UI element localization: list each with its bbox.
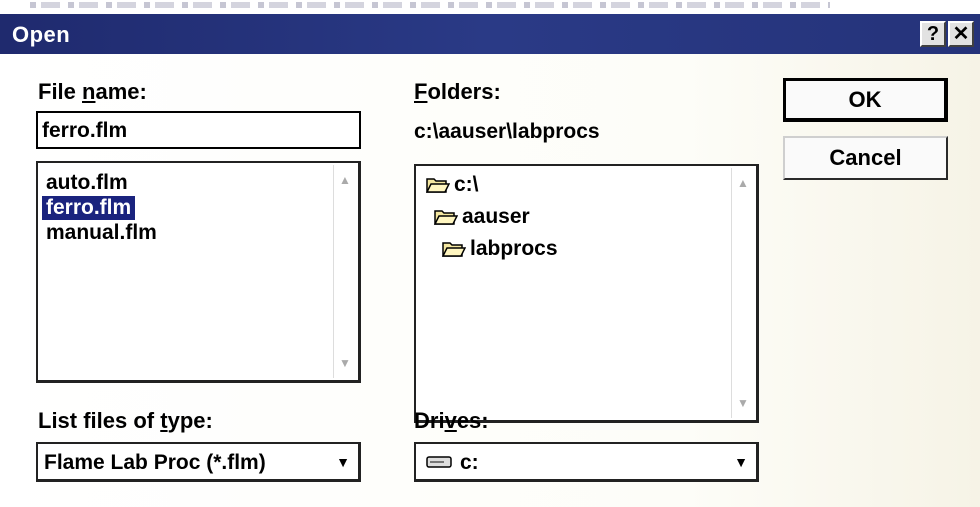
list-item[interactable]: auto.flm xyxy=(46,171,128,195)
title-bar: Open ? ✕ xyxy=(0,14,980,54)
file-name-label: File name: xyxy=(38,79,147,105)
chevron-down-icon[interactable]: ▼ xyxy=(332,448,354,476)
folders-label-accel: F xyxy=(414,79,428,104)
drives-select[interactable]: c: ▼ xyxy=(414,442,759,482)
help-button[interactable]: ? xyxy=(920,21,946,47)
ok-button[interactable]: OK xyxy=(783,78,948,122)
hard-drive-icon xyxy=(426,456,452,468)
file-type-label-post: ype: xyxy=(167,408,213,433)
folder-tree-item[interactable]: c:\ xyxy=(454,173,479,197)
window-title: Open xyxy=(12,22,71,47)
drives-label: Drives: xyxy=(414,408,489,434)
folders-label-post: olders: xyxy=(427,79,501,104)
drives-value: c: xyxy=(460,451,479,474)
scroll-down-icon[interactable]: ▼ xyxy=(336,354,354,372)
file-type-select[interactable]: Flame Lab Proc (*.flm) ▼ xyxy=(36,442,361,482)
list-item-selected[interactable]: ferro.flm xyxy=(42,196,136,220)
chevron-down-icon[interactable]: ▼ xyxy=(730,448,752,476)
file-name-label-accel: n xyxy=(82,79,96,104)
drives-label-pre: Dri xyxy=(414,408,445,433)
file-type-value: Flame Lab Proc (*.flm) xyxy=(44,451,266,474)
file-type-label-accel: t xyxy=(160,408,168,433)
drives-label-post: es: xyxy=(456,408,489,433)
folder-open-icon xyxy=(426,178,450,193)
file-name-field[interactable]: ferro.flm xyxy=(36,111,361,149)
folder-tree-scrollbar[interactable]: ▲ ▼ xyxy=(731,168,754,418)
folder-tree-item-current[interactable]: labprocs xyxy=(470,237,558,261)
file-type-label-pre: List files of xyxy=(38,408,161,433)
file-name-label-post: ame: xyxy=(95,79,147,104)
file-type-label: List files of type: xyxy=(38,408,213,434)
folder-open-icon xyxy=(442,242,466,257)
background-window-text xyxy=(30,2,830,8)
cancel-button[interactable]: Cancel xyxy=(783,136,948,180)
scroll-up-icon[interactable]: ▲ xyxy=(336,171,354,189)
folder-tree[interactable]: c:\ aauser labprocs ▲ ▼ xyxy=(414,164,759,423)
file-name-label-pre: File xyxy=(38,79,83,104)
folder-open-icon xyxy=(434,210,458,225)
file-list-scrollbar[interactable]: ▲ ▼ xyxy=(333,165,356,378)
close-button[interactable]: ✕ xyxy=(948,21,974,47)
folders-label: Folders: xyxy=(414,79,501,105)
scroll-up-icon[interactable]: ▲ xyxy=(734,174,752,192)
folder-tree-item[interactable]: aauser xyxy=(462,205,530,229)
background-window-strip xyxy=(0,0,980,14)
drives-label-accel: v xyxy=(444,408,457,433)
scroll-down-icon[interactable]: ▼ xyxy=(734,394,752,412)
file-list[interactable]: auto.flm ferro.flm manual.flm ▲ ▼ xyxy=(36,161,361,383)
list-item[interactable]: manual.flm xyxy=(46,221,157,245)
open-dialog: File name: ferro.flm auto.flm ferro.flm … xyxy=(0,54,980,507)
file-name-value: ferro.flm xyxy=(42,119,128,142)
current-folder-path: c:\aauser\labprocs xyxy=(414,120,600,143)
